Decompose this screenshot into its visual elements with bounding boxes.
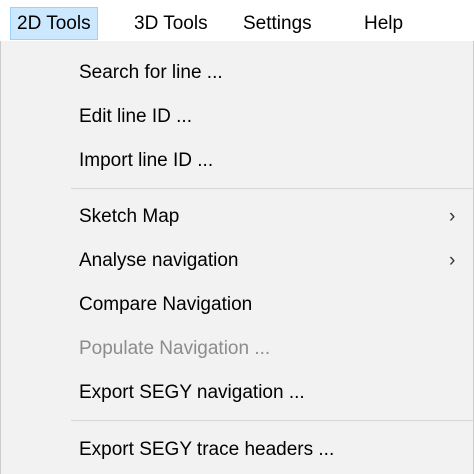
menu-item-label: Import line ID ...	[79, 150, 214, 171]
menu-separator	[71, 188, 474, 189]
menu-item-import-line-id[interactable]: Import line ID ...	[1, 139, 473, 183]
menu-item-label: Export SEGY trace headers ...	[79, 439, 335, 460]
menu-item-label: Analyse navigation	[79, 250, 239, 271]
chevron-right-icon: ›	[449, 206, 456, 227]
menu-item-edit-line-id[interactable]: Edit line ID ...	[1, 95, 473, 139]
menu-item-populate-navigation: Populate Navigation ...	[1, 327, 473, 371]
menu-item-sketch-map[interactable]: Sketch Map ›	[1, 195, 473, 239]
menu-item-compare-navigation[interactable]: Compare Navigation	[1, 283, 473, 327]
2d-tools-dropdown: Search for line ... Edit line ID ... Imp…	[0, 41, 474, 474]
menu-item-label: Search for line ...	[79, 62, 223, 83]
menu-item-export-segy-trace-headers[interactable]: Export SEGY trace headers ...	[1, 428, 473, 472]
chevron-right-icon: ›	[449, 250, 456, 271]
menu-bar: 2D Tools 3D Tools Settings Help	[0, 0, 474, 42]
menu-separator	[71, 420, 474, 421]
menu-item-label: Populate Navigation ...	[79, 338, 271, 359]
menu-settings[interactable]: Settings	[237, 7, 318, 40]
menu-item-search-for-line[interactable]: Search for line ...	[1, 51, 473, 95]
menu-item-label: Edit line ID ...	[79, 106, 192, 127]
menu-2d-tools[interactable]: 2D Tools	[10, 7, 98, 40]
menu-item-label: Export SEGY navigation ...	[79, 382, 305, 403]
menu-help[interactable]: Help	[358, 7, 409, 40]
menu-item-label: Compare Navigation	[79, 294, 253, 315]
menu-item-export-segy-navigation[interactable]: Export SEGY navigation ...	[1, 371, 473, 415]
menu-3d-tools[interactable]: 3D Tools	[128, 7, 214, 40]
menu-item-analyse-navigation[interactable]: Analyse navigation ›	[1, 239, 473, 283]
menu-item-label: Sketch Map	[79, 206, 180, 227]
